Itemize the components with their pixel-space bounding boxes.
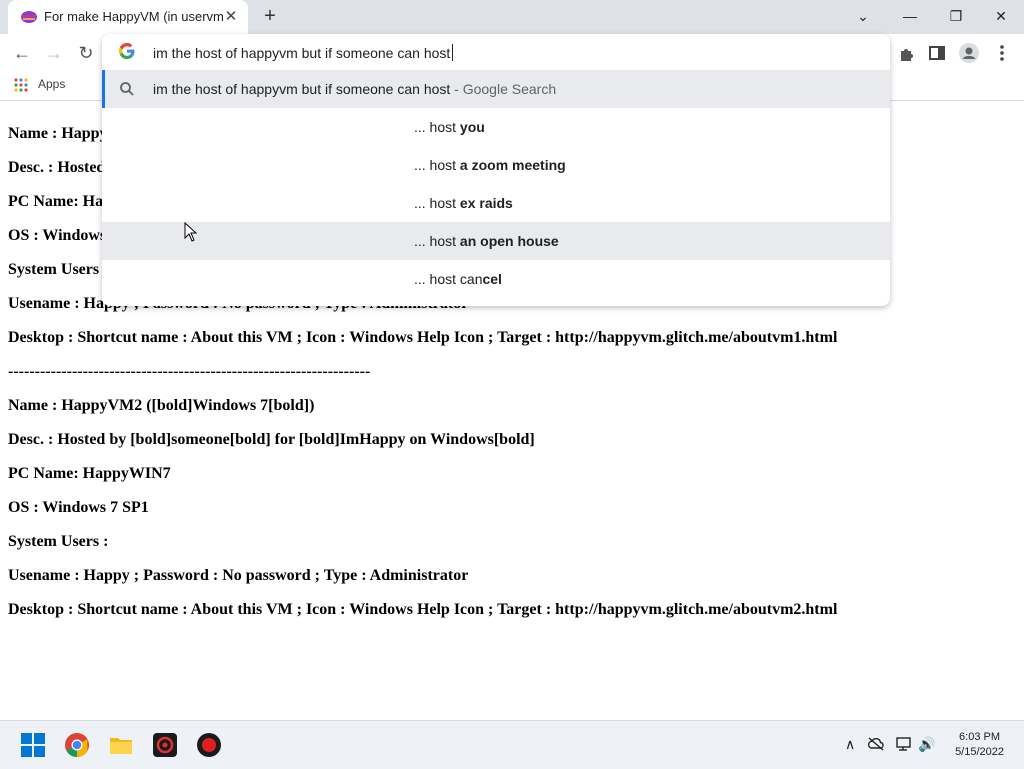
omnibox-dropdown: im the host of happyvm but if someone ca… (102, 34, 890, 306)
content-line: Desktop : Shortcut name : About this VM … (8, 329, 838, 346)
suggestion-completion: you (459, 119, 485, 135)
happyvm-favicon-icon (21, 11, 37, 23)
profile-avatar-icon[interactable] (958, 42, 980, 64)
tab-close-icon[interactable]: ✕ (222, 8, 240, 26)
record-app-icon[interactable] (196, 732, 222, 758)
content-line: System Users : (8, 533, 109, 550)
back-button[interactable]: ← (11, 42, 33, 64)
system-clock[interactable]: 6:03 PM 5/15/2022 (955, 730, 1004, 760)
suggestion-item[interactable]: ... host cancel (102, 260, 890, 298)
content-line: PC Name: HappyWIN7 (8, 465, 171, 482)
suggestion-completion: ex raids (459, 195, 513, 211)
content-line: System Users (8, 261, 100, 278)
content-line: OS : Windows (8, 227, 107, 244)
minimize-button[interactable]: — (898, 5, 922, 27)
text-caret (452, 44, 454, 61)
suggestion-prefix: ... host (414, 119, 460, 135)
mouse-cursor-icon (184, 222, 198, 242)
omnibox-input[interactable]: im the host of happyvm but if someone ca… (153, 44, 454, 61)
forward-button[interactable]: → (43, 42, 65, 64)
apps-grid-icon[interactable] (14, 78, 28, 92)
reload-button[interactable]: ↻ (75, 42, 97, 64)
extensions-icon[interactable] (895, 42, 917, 64)
app-taskbar-icon[interactable] (152, 732, 178, 758)
network-icon[interactable] (895, 736, 913, 752)
close-window-button[interactable]: ✕ (989, 5, 1013, 27)
suggestion-completion: cel (482, 271, 502, 287)
google-g-icon (119, 43, 135, 59)
suggestion-prefix: ... host (414, 195, 460, 211)
tab-search-dropdown-icon[interactable]: ⌄ (851, 5, 875, 27)
file-explorer-icon[interactable] (108, 732, 134, 758)
clock-time: 6:03 PM (959, 731, 1001, 743)
suggestion-item[interactable]: ... host you (102, 108, 890, 146)
content-line: Desc. : Hosted (8, 159, 106, 176)
windows-start-icon[interactable] (20, 732, 46, 758)
chrome-taskbar-icon[interactable] (64, 732, 90, 758)
search-icon (120, 82, 134, 96)
onedrive-offline-icon[interactable] (867, 736, 885, 752)
restore-button[interactable]: ❐ (944, 5, 968, 27)
menu-kebab-icon[interactable] (991, 42, 1013, 64)
content-line: Desc. : Hosted by [bold]someone[bold] fo… (8, 431, 535, 448)
content-line: OS : Windows 7 SP1 (8, 499, 149, 516)
content-line: PC Name: Ha (8, 193, 104, 210)
tray-chevron-icon[interactable]: ∧ (845, 736, 855, 753)
suggestion-google-search[interactable]: im the host of happyvm but if someone ca… (102, 70, 890, 108)
content-line: Name : Happy (8, 125, 108, 142)
tab-title: For make HappyVM (in uservm) (44, 9, 224, 24)
tab-active[interactable]: For make HappyVM (in uservm) ✕ (8, 0, 248, 34)
content-line: Desktop : Shortcut name : About this VM … (8, 601, 838, 618)
suggestion-prefix: ... host can (414, 271, 483, 287)
suggestion-item-hovered[interactable]: ... host an open house (102, 222, 890, 260)
suggestion-prefix: ... host (414, 157, 460, 173)
suggestion-source: - Google Search (450, 81, 557, 97)
suggestion-item[interactable]: ... host ex raids (102, 184, 890, 222)
content-line: Usename : Happy ; Password : No password… (8, 567, 469, 584)
suggestion-item[interactable]: ... host a zoom meeting (102, 146, 890, 184)
suggestion-query: im the host of happyvm but if someone ca… (153, 81, 451, 97)
volume-icon[interactable]: 🔊 (918, 736, 935, 753)
new-tab-button[interactable]: + (260, 6, 280, 27)
apps-bookmark[interactable]: Apps (38, 77, 65, 91)
suggestion-prefix: ... host (414, 233, 460, 249)
content-line: Name : HappyVM2 ([bold]Windows 7[bold]) (8, 397, 315, 414)
address-bar[interactable]: im the host of happyvm but if someone ca… (102, 34, 890, 70)
suggestion-completion: an open house (459, 233, 559, 249)
suggestion-completion: a zoom meeting (459, 157, 566, 173)
separator-line: ----------------------------------------… (8, 363, 371, 380)
clock-date: 5/15/2022 (955, 746, 1004, 758)
side-panel-icon[interactable] (926, 42, 948, 64)
